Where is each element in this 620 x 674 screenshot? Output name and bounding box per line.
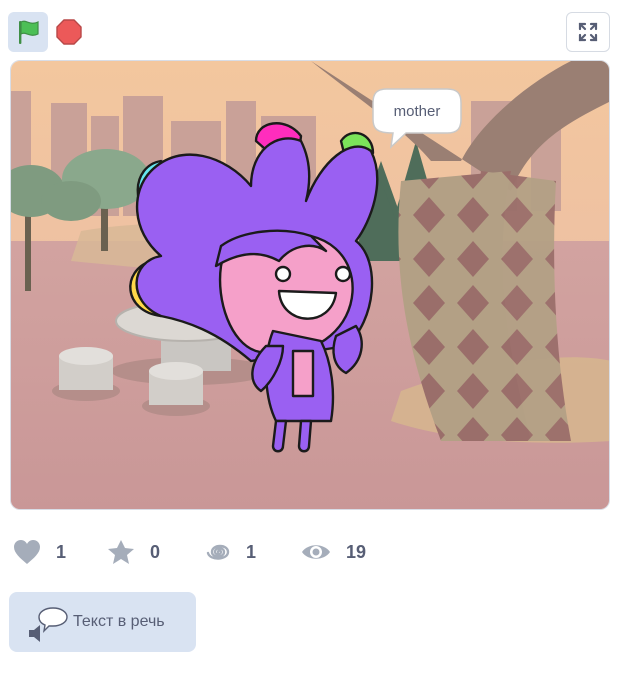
- likes-count: 1: [56, 541, 67, 562]
- green-flag-button[interactable]: [8, 12, 48, 52]
- heart-icon: [14, 540, 40, 564]
- views-stat: 19: [300, 530, 366, 574]
- fullscreen-button[interactable]: [566, 12, 610, 52]
- remixes-stat[interactable]: 1: [204, 530, 256, 574]
- text-to-speech-icon: [29, 607, 68, 642]
- stage-toolbar: [0, 0, 620, 60]
- speech-bubble-text: mother: [394, 103, 441, 120]
- extension-label: Текст в речь: [73, 613, 165, 630]
- stage-canvas[interactable]: mother: [10, 60, 610, 510]
- star-icon: [108, 540, 134, 564]
- views-count: 19: [346, 541, 367, 562]
- project-stats: 1 0 1 19: [0, 530, 620, 574]
- favorites-stat[interactable]: 0: [106, 530, 160, 574]
- eye-icon: [302, 545, 330, 559]
- favorites-count: 0: [150, 541, 161, 562]
- likes-stat[interactable]: 1: [12, 530, 66, 574]
- stop-button[interactable]: [52, 14, 86, 50]
- remixes-count: 1: [246, 541, 257, 562]
- text-to-speech-extension[interactable]: Текст в речь: [9, 592, 196, 652]
- fullscreen-icon: [578, 22, 598, 42]
- stop-icon: [56, 19, 82, 45]
- stage-scene: mother: [11, 61, 609, 509]
- green-flag-icon: [19, 20, 39, 44]
- remix-icon: [206, 544, 230, 560]
